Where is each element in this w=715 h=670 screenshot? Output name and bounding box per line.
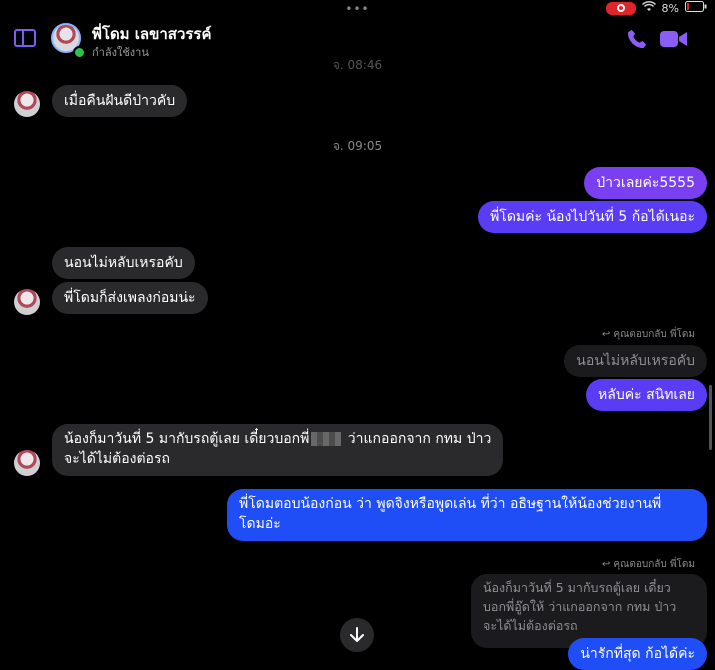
message-line: น้องก็มาวันที่ 5 มากับรถตู้เลย เดี๋ยวบอก… [64, 429, 491, 449]
outgoing-message[interactable]: น่ารักที่สุด ก้อได้ค่ะ [568, 638, 707, 670]
battery-percent: 8% [661, 1, 679, 15]
blurred-name [311, 432, 342, 446]
message-line: จะได้ไม่ต้องต่อรถ [483, 618, 578, 633]
screen-record-indicator [605, 1, 636, 15]
reply-label-text: คุณตอบกลับ พี่โดม [613, 559, 695, 570]
sender-avatar[interactable] [14, 91, 40, 117]
outgoing-message[interactable]: ป่าวเลยค่ะ5555 [584, 167, 707, 199]
incoming-message[interactable]: น้องก็มาวันที่ 5 มากับรถตู้เลย เดี๋ยวบอก… [52, 424, 504, 476]
outgoing-message[interactable]: หลับค่ะ สนิทเลย [586, 379, 707, 411]
battery-icon [685, 1, 707, 15]
arrow-down-icon [350, 627, 364, 642]
outgoing-message[interactable]: พี่โดมตอบน้องก่อน ว่า พูดจิงหรือพูดเล่น … [227, 489, 707, 541]
reply-label: ↩ คุณตอบกลับ พี่โดม [602, 557, 695, 572]
reply-arrow-icon: ↩ [601, 559, 611, 570]
message-text: น้องก็มาวันที่ 5 มากับรถตู้เลย เดี๋ยวบอก… [64, 431, 310, 447]
timestamp-top: จ. 08:46 [332, 58, 383, 72]
message-line: พี่โดมตอบน้องก่อน ว่า พูดจิงหรือพูดเล่น … [239, 496, 662, 512]
message-line: บอกพี่อู๊ดให้ ว่าแกออกจาก กทม ป่าว [483, 599, 677, 614]
reply-label: ↩ คุณตอบกลับ พี่โดม [602, 327, 695, 342]
quoted-message[interactable]: น้องก็มาวันที่ 5 มากับรถตู้เลย เดี๋ยว บอ… [471, 574, 707, 648]
sender-avatar[interactable] [14, 289, 40, 315]
message-line: จะได้ไม่ต้องต่อรถ [64, 451, 170, 467]
scroll-to-bottom-button[interactable] [340, 618, 374, 652]
multitask-handle[interactable]: ••• [345, 2, 369, 16]
sender-avatar[interactable] [14, 450, 40, 476]
status-bar: 8% [605, 0, 715, 16]
outgoing-message[interactable]: พี่โดมค่ะ น้องไปวันที่ 5 ก้อได้เนอะ [478, 201, 707, 233]
scrollbar[interactable] [709, 385, 712, 450]
sidebar-toggle-icon[interactable] [14, 29, 36, 47]
video-call-icon[interactable] [660, 30, 688, 48]
message-line: น้องก็มาวันที่ 5 มากับรถตู้เลย เดี๋ยว [483, 580, 671, 595]
incoming-message[interactable]: พี่โดมก็ส่งเพลงก่อมน่ะ [52, 282, 208, 314]
reply-arrow-icon: ↩ [601, 329, 611, 340]
quoted-message[interactable]: นอนไม่หลับเหรอคับ [564, 345, 707, 377]
incoming-message[interactable]: เมื่อคืนฝันดีป่าวคับ [52, 85, 188, 117]
incoming-message[interactable]: นอนไม่หลับเหรอคับ [52, 247, 195, 279]
phone-call-icon[interactable] [626, 28, 648, 50]
message-text: ว่าแกออกจาก กทม ป่าว [343, 431, 492, 447]
reply-label-text: คุณตอบกลับ พี่โดม [613, 329, 695, 340]
timestamp-divider: จ. 09:05 [332, 139, 383, 153]
wifi-icon [641, 1, 656, 15]
message-line: โดมอ่ะ [239, 516, 281, 532]
